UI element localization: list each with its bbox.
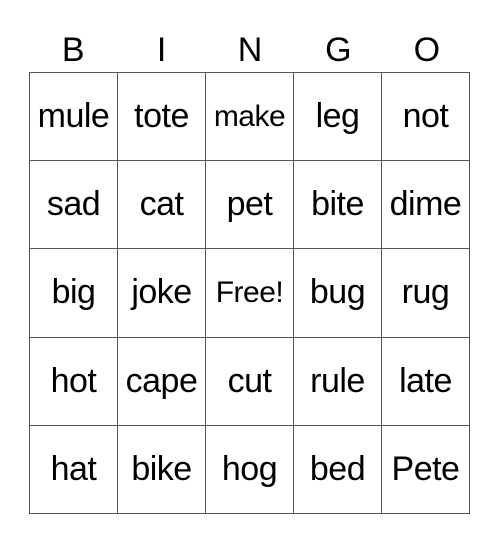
- bingo-cell[interactable]: bike: [118, 425, 206, 514]
- header-letter-o: O: [413, 31, 441, 69]
- bingo-cell[interactable]: hot: [30, 337, 118, 426]
- bingo-cell[interactable]: joke: [118, 249, 206, 338]
- bingo-cell[interactable]: hog: [206, 425, 294, 514]
- bingo-cell[interactable]: big: [30, 249, 118, 338]
- header-letter-g: G: [325, 31, 352, 69]
- bingo-cell[interactable]: tote: [118, 73, 206, 162]
- bingo-cell[interactable]: not: [382, 73, 470, 162]
- bingo-header: B I N G O: [29, 28, 471, 72]
- bingo-cell[interactable]: rule: [294, 337, 382, 426]
- bingo-cell[interactable]: pet: [206, 161, 294, 250]
- bingo-cell[interactable]: late: [382, 337, 470, 426]
- bingo-cell[interactable]: bite: [294, 161, 382, 250]
- bingo-cell[interactable]: cut: [206, 337, 294, 426]
- bingo-cell[interactable]: sad: [30, 161, 118, 250]
- bingo-cell[interactable]: bed: [294, 425, 382, 514]
- header-letter-b: B: [61, 31, 85, 69]
- bingo-cell[interactable]: mule: [30, 73, 118, 162]
- bingo-cell[interactable]: Pete: [382, 425, 470, 514]
- bingo-cell[interactable]: dime: [382, 161, 470, 250]
- bingo-cell[interactable]: hat: [30, 425, 118, 514]
- bingo-card: mule tote make leg not sad cat pet bite dime big jo…: [29, 72, 470, 514]
- free-space-cell[interactable]: Free!: [206, 249, 294, 338]
- header-letter-n: N: [237, 31, 263, 69]
- bingo-cell[interactable]: make: [206, 73, 294, 162]
- bingo-cell[interactable]: rug: [382, 249, 470, 338]
- bingo-cell[interactable]: cape: [118, 337, 206, 426]
- bingo-cell[interactable]: leg: [294, 73, 382, 162]
- bingo-cell[interactable]: bug: [294, 249, 382, 338]
- bingo-cell[interactable]: cat: [118, 161, 206, 250]
- header-letter-i: I: [156, 31, 167, 69]
